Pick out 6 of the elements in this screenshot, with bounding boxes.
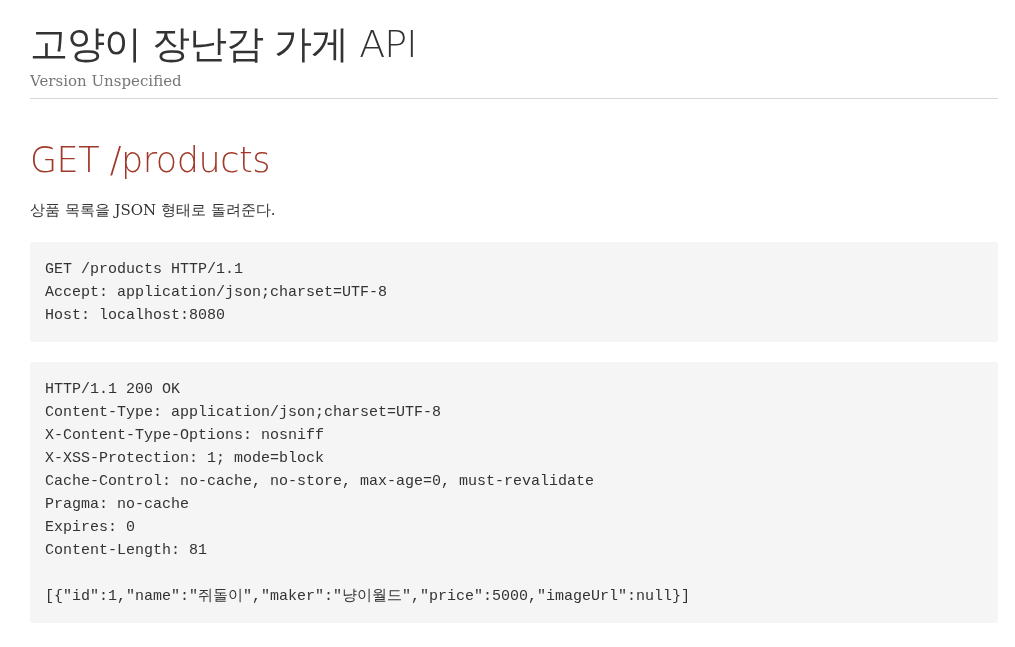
code-block: HTTP/1.1 200 OK Content-Type: application/json;charset=UTF-8 X-Content-Type-Options: nosniff X-XSS-Protection: 1; mode=block Cache-Control: no-cache, no-store, max-age=0, must-revalidate Pragma: no-cache Expires: 0 Content-Length: 81 [{"id":1,"name":"쥐돌이","maker":"냥이월드","price":5000,"imageUrl":null}] bbox=[30, 362, 998, 623]
version-label: Version Unspecified bbox=[30, 71, 183, 92]
endpoint-heading: GET /products bbox=[30, 139, 271, 182]
endpoint-description: 상품 목록을 JSON 형태로 돌려준다. bbox=[30, 200, 277, 221]
code-block: GET /products HTTP/1.1 Accept: application/json;charset=UTF-8 Host: localhost:8080 bbox=[30, 242, 998, 342]
page-title: 고양이 장난감 가게 API bbox=[30, 21, 418, 68]
